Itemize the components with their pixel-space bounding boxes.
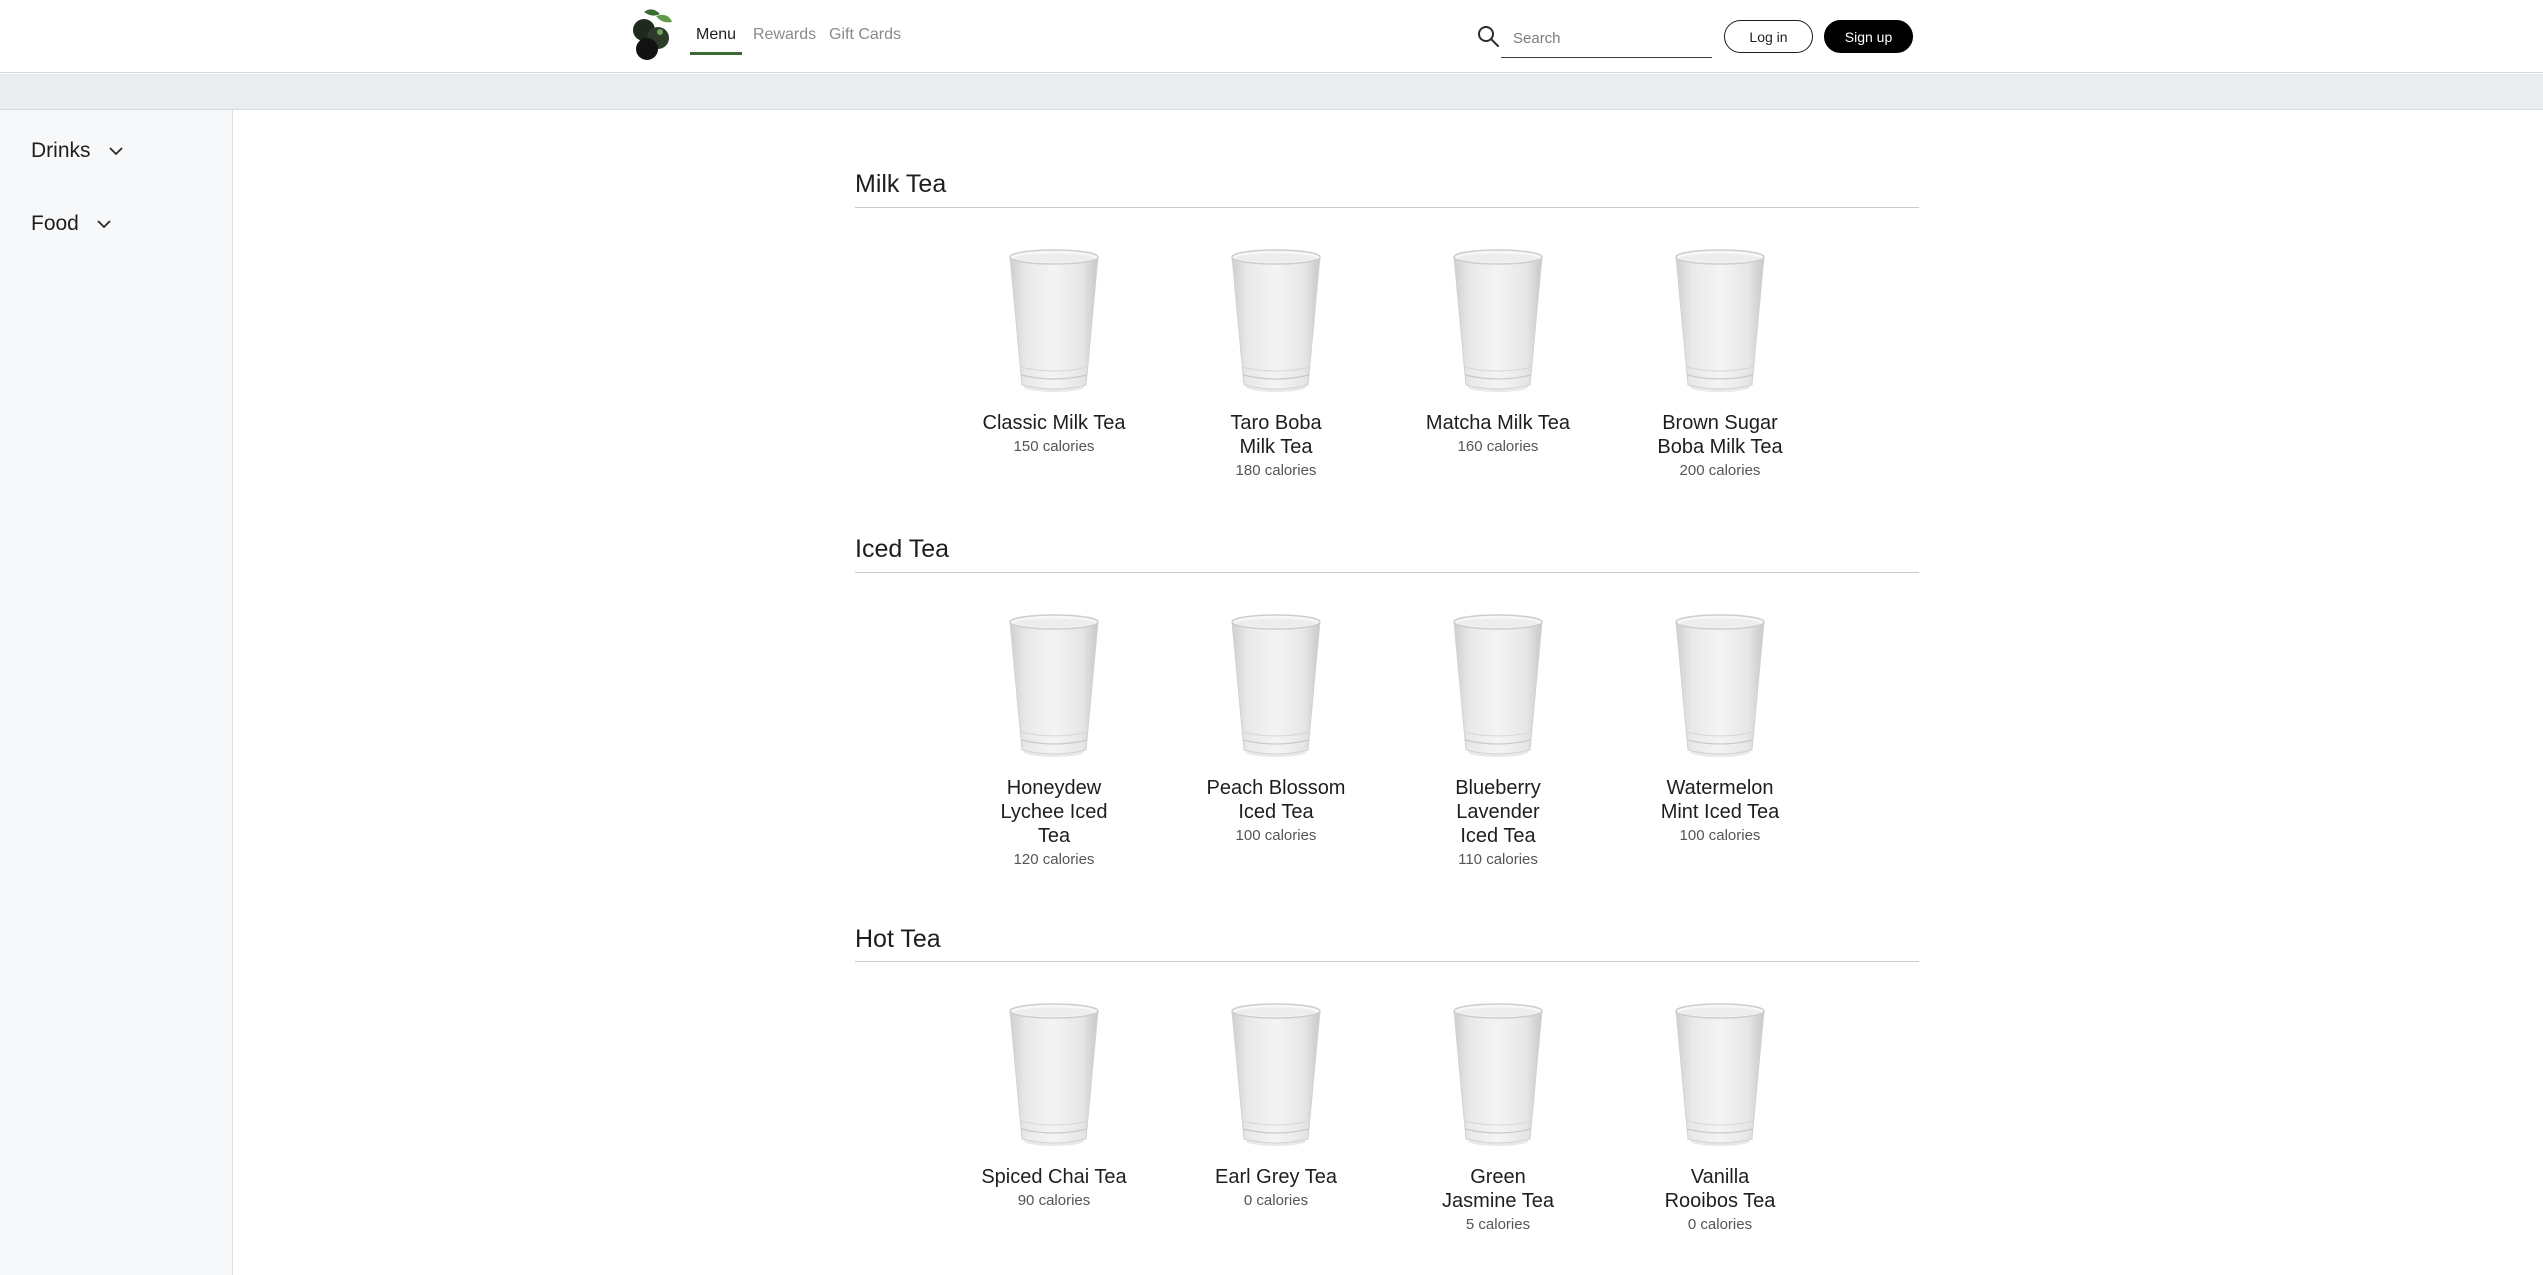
menu-item-calories: 5 calories — [1465, 1216, 1531, 1233]
menu-item-name: Earl Grey Tea — [1215, 1166, 1337, 1188]
search-icon[interactable] — [1476, 24, 1500, 48]
menu-item-card[interactable]: Spiced Chai Tea 90 calories — [974, 1001, 1134, 1211]
search-input[interactable] — [1501, 20, 1712, 58]
menu-item-card[interactable]: Matcha Milk Tea 160 calories — [1418, 247, 1578, 457]
chevron-down-icon — [97, 220, 111, 229]
sidebar-item-label: Drinks — [31, 139, 91, 162]
signup-button[interactable]: Sign up — [1824, 20, 1913, 53]
menu-item-name: Vanilla Rooibos Tea — [1664, 1166, 1776, 1212]
menu-item-calories: 150 calories — [1013, 438, 1095, 455]
menu-item-card[interactable]: Classic Milk Tea 150 calories — [974, 247, 1134, 457]
menu-item-card[interactable]: Watermelon Mint Iced Tea 100 calories — [1640, 612, 1800, 846]
cup-icon — [1006, 247, 1102, 395]
cup-icon — [1228, 612, 1324, 760]
menu-item-calories: 110 calories — [1458, 851, 1538, 868]
menu-item-calories: 120 calories — [1013, 851, 1095, 868]
cup-icon — [1450, 247, 1546, 395]
menu-item-name: Blueberry Lavender Iced Tea — [1455, 777, 1541, 847]
cup-icon — [1450, 612, 1546, 760]
login-button[interactable]: Log in — [1724, 20, 1813, 53]
menu-item-name: Green Jasmine Tea — [1442, 1166, 1554, 1212]
menu-item-name: Taro Boba Milk Tea — [1230, 412, 1322, 458]
menu-item-name: Classic Milk Tea — [982, 412, 1126, 434]
menu-item-calories: 180 calories — [1235, 462, 1317, 479]
nav-menu[interactable]: Menu — [690, 23, 743, 55]
menu-item-name: Brown Sugar Boba Milk Tea — [1657, 412, 1783, 458]
section-title-hot-tea: Hot Tea — [855, 925, 941, 953]
menu-item-card[interactable]: Earl Grey Tea 0 calories — [1196, 1001, 1356, 1211]
section-title-iced-tea: Iced Tea — [855, 535, 950, 563]
cup-icon — [1672, 247, 1768, 395]
nav-gift-cards[interactable]: Gift Cards — [829, 23, 901, 55]
menu-item-calories: 160 calories — [1457, 438, 1539, 455]
menu-item-calories: 100 calories — [1235, 827, 1317, 844]
cup-icon — [1006, 1001, 1102, 1149]
section-title-milk-tea: Milk Tea — [855, 170, 947, 198]
menu-item-card[interactable]: Green Jasmine Tea 5 calories — [1418, 1001, 1578, 1235]
menu-item-card[interactable]: Brown Sugar Boba Milk Tea 200 calories — [1640, 247, 1800, 481]
cup-icon — [1228, 1001, 1324, 1149]
cup-icon — [1450, 1001, 1546, 1149]
menu-item-name: Spiced Chai Tea — [981, 1166, 1127, 1188]
menu-item-name: Honeydew Lychee Iced Tea — [1000, 777, 1108, 847]
category-sidebar — [0, 110, 233, 1275]
cup-icon — [1672, 1001, 1768, 1149]
menu-item-card[interactable]: Taro Boba Milk Tea 180 calories — [1196, 247, 1356, 481]
sidebar-item-food[interactable]: Food — [31, 209, 113, 239]
cup-icon — [1228, 247, 1324, 395]
menu-item-card[interactable]: Honeydew Lychee Iced Tea 120 calories — [974, 612, 1134, 870]
menu-item-name: Watermelon Mint Iced Tea — [1660, 777, 1780, 823]
menu-item-calories: 200 calories — [1679, 462, 1761, 479]
menu-item-card[interactable]: Vanilla Rooibos Tea 0 calories — [1640, 1001, 1800, 1235]
menu-item-calories: 90 calories — [1017, 1192, 1091, 1209]
sidebar-item-label: Food — [31, 212, 79, 235]
chevron-down-icon — [108, 147, 123, 156]
section-divider — [855, 961, 1919, 962]
nav-rewards[interactable]: Rewards — [753, 23, 816, 55]
menu-item-name: Peach Blossom Iced Tea — [1206, 777, 1346, 823]
section-divider — [855, 207, 1919, 208]
menu-item-calories: 100 calories — [1679, 827, 1761, 844]
section-divider — [855, 572, 1919, 573]
menu-item-card[interactable]: Blueberry Lavender Iced Tea 110 calories — [1418, 612, 1578, 870]
top-header: Menu Rewards Gift Cards Log in Sign up — [0, 0, 2543, 73]
cup-icon — [1672, 612, 1768, 760]
logo-icon[interactable] — [622, 8, 674, 62]
sub-navigation-bar — [0, 74, 2543, 110]
cup-icon — [1006, 612, 1102, 760]
menu-item-calories: 0 calories — [1243, 1192, 1309, 1209]
menu-item-name: Matcha Milk Tea — [1425, 412, 1571, 434]
menu-item-calories: 0 calories — [1687, 1216, 1753, 1233]
sidebar-item-drinks[interactable]: Drinks — [31, 136, 125, 166]
menu-item-card[interactable]: Peach Blossom Iced Tea 100 calories — [1196, 612, 1356, 846]
